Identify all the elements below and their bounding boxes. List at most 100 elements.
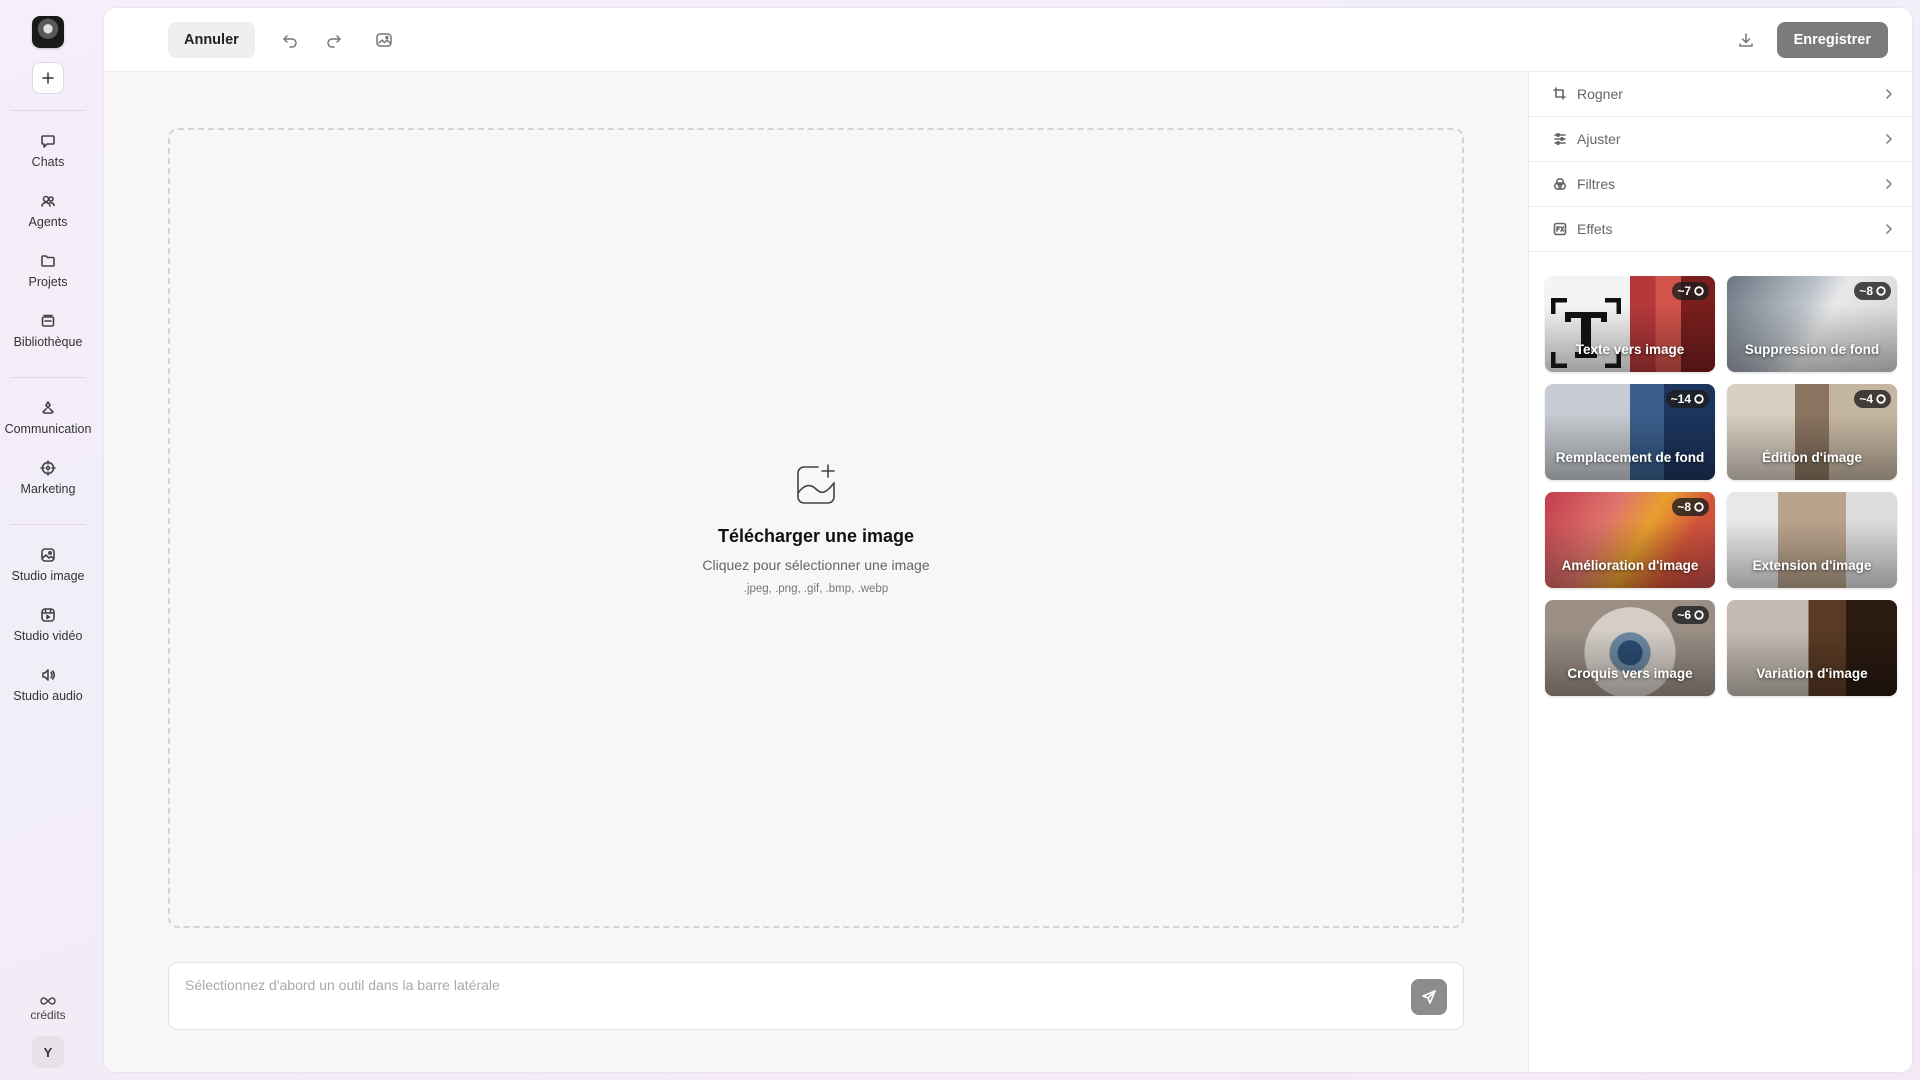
new-chat-button[interactable] [32,62,64,94]
prompt-box [168,962,1464,1030]
coin-icon [1694,502,1704,512]
download-button[interactable] [1736,30,1756,50]
undo-button[interactable] [280,30,300,50]
tool-filters[interactable]: Filtres [1529,162,1912,207]
card-image-variation[interactable]: Variation d'image [1727,600,1897,696]
card-label: Extension d'image [1752,558,1872,573]
tool-label: Ajuster [1577,131,1621,147]
chevron-right-icon [1886,89,1892,99]
sidebar-item-label: Projets [28,275,68,289]
filters-icon [1553,177,1567,191]
tool-adjust[interactable]: Ajuster [1529,117,1912,162]
send-button[interactable] [1411,979,1447,1015]
infinity-icon [40,997,56,1005]
save-button[interactable]: Enregistrer [1776,22,1888,58]
avatar[interactable]: Y [32,1036,64,1068]
card-label: Croquis vers image [1567,666,1693,681]
sidebar-item-label: Communication [4,422,92,436]
credit-cost-badge: ~6 [1672,606,1709,624]
rail-divider [10,377,86,378]
sidebar-item-chats[interactable]: Chats [0,121,96,181]
send-icon [1422,990,1436,1004]
coin-icon [1694,286,1704,296]
image-studio-icon [41,548,55,562]
sidebar-item-projets[interactable]: Projets [0,241,96,301]
card-label: Amélioration d'image [1561,558,1699,573]
coin-icon [1876,286,1886,296]
card-image-editing[interactable]: ~4 Édition d'image [1727,384,1897,480]
rail-divider [10,524,86,525]
coin-icon [1694,610,1704,620]
card-background-replacement[interactable]: ~14 Remplacement de fond [1545,384,1715,480]
sidebar-item-bibliotheque[interactable]: Bibliothèque [0,301,96,361]
card-image-extension[interactable]: Extension d'image [1727,492,1897,588]
agents-icon [41,195,55,207]
library-icon [41,314,55,327]
card-image-enhancement[interactable]: ~8 Amélioration d'image [1545,492,1715,588]
credit-cost-badge: ~7 [1672,282,1709,300]
tool-label: Effets [1577,221,1613,237]
sidebar-item-label: Agents [28,215,68,229]
sidebar-item-communication[interactable]: Communication [0,388,96,448]
chevron-right-icon [1886,224,1892,234]
rail-bottom: crédits Y [0,996,96,1068]
editor-toolbar: Annuler Enregistrer [104,8,1912,72]
ai-tools-grid: ~7 Texte vers image ~8 Suppression de fo… [1545,276,1897,696]
credits-button[interactable]: crédits [30,996,66,1022]
app-logo[interactable] [32,16,64,48]
sidebar-item-label: Bibliothèque [13,335,83,349]
plus-icon [42,72,54,84]
credit-cost-badge: ~14 [1665,390,1709,408]
dropzone-formats: .jpeg, .png, .gif, .bmp, .webp [743,583,889,595]
canvas-area: Télécharger une image Cliquez pour sélec… [104,72,1528,1072]
communication-icon [42,401,54,414]
left-rail: Chats Agents Projets Bibliothèque Commun… [0,0,96,1080]
tools-panel: Rogner Ajuster Filtres Effets ~7 Texte v… [1528,72,1912,1072]
sidebar-item-label: Chats [31,155,65,169]
editor-main: Annuler Enregistrer Télécharger une imag… [104,8,1912,1072]
sidebar-item-label: Studio image [11,569,85,583]
credit-cost: ~8 [1677,500,1691,514]
sidebar-item-studio-audio[interactable]: Studio audio [0,655,96,715]
replace-image-button[interactable] [374,30,394,50]
undo-icon [283,35,297,48]
credit-cost: ~7 [1677,284,1691,298]
card-label: Suppression de fond [1744,342,1880,357]
prompt-input[interactable] [185,975,1385,995]
sidebar-item-studio-image[interactable]: Studio image [0,535,96,595]
crop-icon [1553,87,1566,100]
redo-button[interactable] [324,30,344,50]
credit-cost: ~8 [1859,284,1873,298]
card-label: Variation d'image [1756,666,1868,681]
tool-effects[interactable]: Effets [1529,207,1912,252]
card-label: Édition d'image [1762,450,1862,465]
sidebar-item-marketing[interactable]: Marketing [0,448,96,508]
download-icon [1739,33,1753,47]
cancel-button[interactable]: Annuler [168,22,255,58]
chat-icon [41,135,55,148]
image-upload-dropzone[interactable]: Télécharger une image Cliquez pour sélec… [168,128,1464,928]
folder-icon [41,255,55,267]
tool-crop[interactable]: Rogner [1529,72,1912,117]
image-sync-icon [376,33,392,47]
video-studio-icon [41,608,55,622]
credit-cost: ~4 [1859,392,1873,406]
sidebar-item-agents[interactable]: Agents [0,181,96,241]
sidebar-item-studio-video[interactable]: Studio vidéo [0,595,96,655]
card-text-to-image[interactable]: ~7 Texte vers image [1545,276,1715,372]
credit-cost-badge: ~4 [1854,390,1891,408]
adjust-icon [1554,132,1566,146]
dropzone-subtitle: Cliquez pour sélectionner une image [702,557,930,573]
sidebar-item-label: Studio vidéo [13,629,83,643]
redo-icon [327,35,341,48]
credit-cost: ~6 [1677,608,1691,622]
card-label: Remplacement de fond [1555,450,1705,465]
tool-label: Rogner [1577,86,1623,102]
effects-icon [1553,222,1567,236]
credit-cost: ~14 [1670,392,1691,406]
image-add-icon [792,461,840,514]
tool-label: Filtres [1577,176,1616,192]
card-background-removal[interactable]: ~8 Suppression de fond [1727,276,1897,372]
card-sketch-to-image[interactable]: ~6 Croquis vers image [1545,600,1715,696]
audio-studio-icon [42,669,55,681]
